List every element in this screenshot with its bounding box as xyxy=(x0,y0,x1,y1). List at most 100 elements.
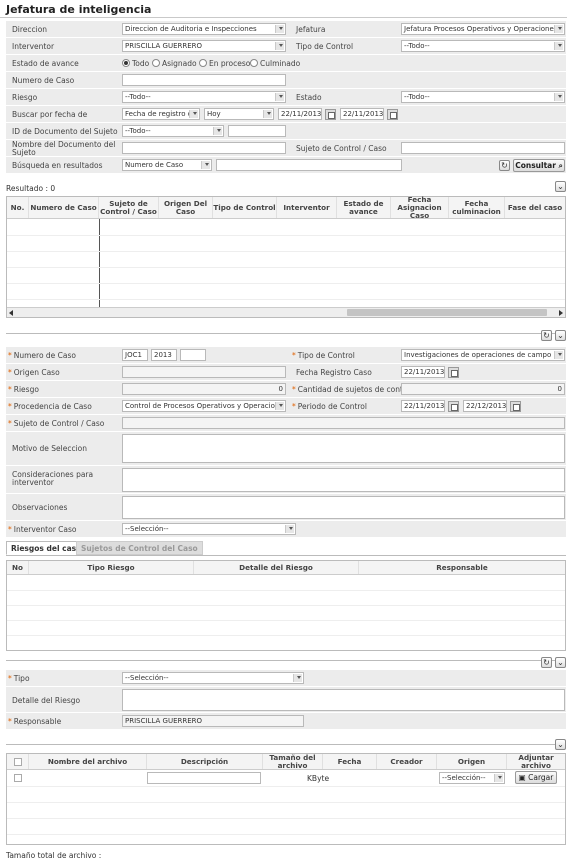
col-interventor[interactable]: Interventor xyxy=(277,197,337,218)
cantidad-input[interactable]: 0 xyxy=(401,383,565,395)
riesgo-select[interactable]: --Todo-- xyxy=(122,91,286,103)
col-estado-avance[interactable]: Estado de avance xyxy=(337,197,391,218)
estado-select[interactable]: --Todo-- xyxy=(401,91,565,103)
sujeto-control-input[interactable] xyxy=(401,142,565,154)
calendar-icon[interactable] xyxy=(510,401,521,412)
origen-input[interactable] xyxy=(122,366,286,378)
sujeto-control-label: Sujeto de Control / Caso xyxy=(296,144,387,153)
origen-select[interactable]: --Selección-- xyxy=(439,772,505,784)
radio-asignado[interactable]: Asignado xyxy=(152,59,197,68)
riesgo-label: Riesgo xyxy=(12,93,38,102)
consideraciones-textarea[interactable] xyxy=(122,468,565,492)
col-no[interactable]: No. xyxy=(7,197,29,218)
procedencia-label: Procedencia de Caso xyxy=(8,402,92,411)
caso-prefix-input[interactable]: JOC1 xyxy=(122,349,148,361)
scroll-right-icon[interactable] xyxy=(559,310,563,316)
fecha-registro-label: Fecha Registro Caso xyxy=(296,368,372,377)
fecha-registro-input[interactable]: 22/11/2013 xyxy=(401,366,445,378)
consultar-button[interactable]: Consultar ⌕ xyxy=(513,159,565,172)
buscar-fecha-select[interactable]: Fecha de registro d xyxy=(122,108,200,120)
col-adjuntar[interactable]: Adjuntar archivo xyxy=(507,753,565,769)
caso-year-input[interactable]: 2013 xyxy=(151,349,177,361)
col-fecha-asignacion[interactable]: Fecha Asignacion Caso xyxy=(391,195,449,219)
radio-asignado-icon[interactable] xyxy=(152,59,160,67)
scroll-left-icon[interactable] xyxy=(9,310,13,316)
riesgos-table: No Tipo Riesgo Detalle del Riesgo Respon… xyxy=(6,560,566,651)
interventor-select[interactable]: PRISCILLA GUERRERO xyxy=(122,40,286,52)
periodo-hasta-input[interactable]: 22/12/2013 xyxy=(463,400,507,412)
row-procedencia: Procedencia de Caso Control de Procesos … xyxy=(6,398,566,415)
col-responsable[interactable]: Responsable xyxy=(359,561,565,574)
col-origen[interactable]: Origen xyxy=(437,754,507,769)
col-nombre-archivo[interactable]: Nombre del archivo xyxy=(29,754,147,769)
radio-proceso-icon[interactable] xyxy=(199,59,207,67)
numero-caso-input[interactable] xyxy=(122,74,286,86)
calendar-icon[interactable] xyxy=(387,109,398,120)
chevron-down-icon[interactable]: ⌄ xyxy=(555,330,566,341)
sujeto-input[interactable] xyxy=(122,417,565,429)
caso-tipo-select[interactable]: Investigaciones de operaciones de campo xyxy=(401,349,565,361)
chevron-down-icon[interactable]: ⌄ xyxy=(555,657,566,668)
col-numero-caso[interactable]: Numero de Caso xyxy=(29,197,99,218)
busqueda-select[interactable]: Numero de Caso xyxy=(122,159,212,171)
procedencia-select[interactable]: Control de Procesos Operativos y Operaci… xyxy=(122,400,286,412)
hoy-select[interactable]: Hoy xyxy=(204,108,274,120)
refresh-icon[interactable]: ↻ xyxy=(499,160,510,171)
tab-sujetos[interactable]: Sujetos de Control del Caso xyxy=(76,541,203,555)
fecha-desde-input[interactable]: 22/11/2013 xyxy=(278,108,322,120)
radio-en-proceso[interactable]: En proceso xyxy=(199,59,250,68)
chevron-down-icon[interactable]: ⌄ xyxy=(555,181,566,192)
col-descripcion[interactable]: Descripción xyxy=(147,754,263,769)
col-tamano[interactable]: Tamaño del archivo xyxy=(263,753,323,769)
col-creador[interactable]: Creador xyxy=(377,754,437,769)
descripcion-input[interactable] xyxy=(147,772,261,784)
col-fase[interactable]: Fase del caso xyxy=(505,197,565,218)
tipo-control-label: Tipo de Control xyxy=(296,42,354,51)
radio-todo-icon[interactable] xyxy=(122,59,130,67)
calendar-icon[interactable] xyxy=(448,401,459,412)
radio-culminado-icon[interactable] xyxy=(250,59,258,67)
radio-todo[interactable]: Todo xyxy=(122,59,149,68)
detalle-riesgo-textarea[interactable] xyxy=(122,689,565,711)
id-doc-select[interactable]: --Todo-- xyxy=(122,125,224,137)
busqueda-input[interactable] xyxy=(216,159,402,171)
archivo-row: KByte --Selección-- ▣ Cargar xyxy=(7,770,565,786)
col-tipo-riesgo[interactable]: Tipo Riesgo xyxy=(29,561,194,574)
tab-riesgos[interactable]: Riesgos del caso xyxy=(6,541,87,555)
col-origen[interactable]: Origen Del Caso xyxy=(159,197,213,218)
col-fecha[interactable]: Fecha xyxy=(323,754,377,769)
calendar-icon[interactable] xyxy=(325,109,336,120)
col-sujeto[interactable]: Sujeto de Control / Caso xyxy=(99,197,159,218)
col-fecha-culminacion[interactable]: Fecha culminacion xyxy=(449,197,505,218)
col-no[interactable]: No xyxy=(7,561,29,574)
radio-culminado[interactable]: Culminado xyxy=(250,59,300,68)
periodo-desde-input[interactable]: 22/11/2013 xyxy=(401,400,445,412)
tipo-control-select[interactable]: --Todo-- xyxy=(401,40,565,52)
horizontal-scrollbar[interactable] xyxy=(7,307,565,317)
select-all-checkbox[interactable] xyxy=(13,757,22,766)
direccion-select[interactable]: Direccion de Auditoria e Inspecciones xyxy=(122,23,286,35)
fecha-hasta-input[interactable]: 22/11/2013 xyxy=(340,108,384,120)
col-detalle-riesgo[interactable]: Detalle del Riesgo xyxy=(194,561,359,574)
refresh-icon[interactable]: ↻ xyxy=(541,330,552,341)
col-tipo-control[interactable]: Tipo de Control xyxy=(213,197,277,218)
motivo-textarea[interactable] xyxy=(122,434,565,463)
interventor-caso-select[interactable]: --Selección-- xyxy=(122,523,296,535)
row-direccion: Direccion Direccion de Auditoria e Inspe… xyxy=(6,21,566,38)
caso-seq-input[interactable] xyxy=(180,349,206,361)
kbyte-label: KByte xyxy=(307,774,330,783)
observaciones-textarea[interactable] xyxy=(122,496,565,519)
id-doc-input[interactable] xyxy=(228,125,286,137)
nombre-doc-input[interactable] xyxy=(122,142,286,154)
responsable-input[interactable]: PRISCILLA GUERRERO xyxy=(122,715,304,727)
riesgo-tipo-select[interactable]: --Selección-- xyxy=(122,672,304,684)
chevron-down-icon[interactable]: ⌄ xyxy=(555,739,566,750)
jefatura-select[interactable]: Jefatura Procesos Operativos y Operacion… xyxy=(401,23,565,35)
refresh-icon[interactable]: ↻ xyxy=(541,657,552,668)
row-checkbox[interactable] xyxy=(14,774,22,782)
caso-riesgo-input[interactable]: 0 xyxy=(122,383,286,395)
scrollbar-thumb[interactable] xyxy=(347,309,547,316)
cargar-button[interactable]: ▣ Cargar xyxy=(515,771,557,784)
calendar-icon[interactable] xyxy=(448,367,459,378)
row-estado-avance: Estado de avance Todo Asignado En proces… xyxy=(6,55,566,72)
